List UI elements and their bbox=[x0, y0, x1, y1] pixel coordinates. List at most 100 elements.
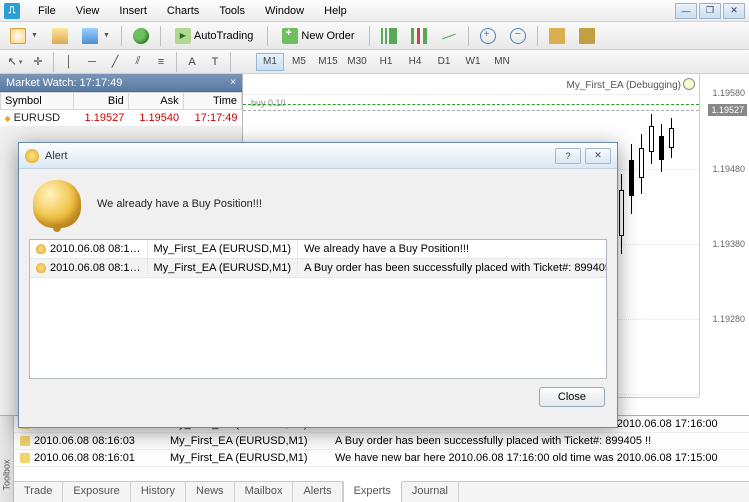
col-ask[interactable]: Ask bbox=[128, 93, 183, 110]
toolbox-handle[interactable]: Toolbox bbox=[0, 416, 14, 502]
profiles-button[interactable] bbox=[127, 25, 155, 47]
hline-button[interactable]: ─ bbox=[81, 52, 103, 72]
cursor-button[interactable]: ↖▾ bbox=[4, 52, 26, 72]
tab-experts[interactable]: Experts bbox=[343, 481, 402, 502]
close-button[interactable]: Close bbox=[539, 387, 605, 407]
zoom-in-button[interactable] bbox=[474, 25, 502, 47]
symbol-name: EURUSD bbox=[14, 112, 60, 124]
open-button[interactable] bbox=[46, 25, 74, 47]
shift-icon bbox=[579, 28, 595, 44]
dialog-close-button[interactable]: ✕ bbox=[585, 148, 611, 164]
menu-charts[interactable]: Charts bbox=[157, 2, 209, 20]
tab-history[interactable]: History bbox=[131, 482, 186, 502]
minimize-button[interactable]: — bbox=[675, 3, 697, 19]
market-watch-table: Symbol Bid Ask Time ◆EURUSD 1.19527 1.19… bbox=[0, 92, 242, 127]
market-watch-header[interactable]: Market Watch: 17:17:49 × bbox=[0, 74, 242, 92]
candles-icon bbox=[411, 28, 427, 44]
tf-h4[interactable]: H4 bbox=[401, 53, 429, 71]
new-chart-button[interactable]: ▼ bbox=[4, 25, 44, 47]
toolbox-tabs: Trade Exposure History News Mailbox Aler… bbox=[14, 481, 749, 502]
menu-file[interactable]: File bbox=[28, 2, 66, 20]
menu-help[interactable]: Help bbox=[314, 2, 357, 20]
ea-smiley-icon bbox=[683, 78, 695, 90]
alert-list[interactable]: 2010.06.08 08:1…My_First_EA (EURUSD,M1)W… bbox=[29, 239, 607, 379]
buy-label: buy 0.10 bbox=[251, 98, 286, 108]
menu-window[interactable]: Window bbox=[255, 2, 314, 20]
tab-trade[interactable]: Trade bbox=[14, 482, 63, 502]
tab-exposure[interactable]: Exposure bbox=[63, 482, 130, 502]
zoom-in-icon bbox=[480, 28, 496, 44]
chart-shift-button[interactable] bbox=[573, 25, 601, 47]
tab-journal[interactable]: Journal bbox=[402, 482, 459, 502]
col-symbol[interactable]: Symbol bbox=[1, 93, 74, 110]
menu-tools[interactable]: Tools bbox=[209, 2, 255, 20]
bars-icon bbox=[381, 28, 397, 44]
tf-w1[interactable]: W1 bbox=[459, 53, 487, 71]
tab-alerts[interactable]: Alerts bbox=[293, 482, 342, 502]
alert-row[interactable]: 2010.06.08 08:1…My_First_EA (EURUSD,M1)A… bbox=[30, 259, 607, 278]
toolbox-panel: Toolbox 2010.06.08 08:17:01My_First_EA (… bbox=[0, 415, 749, 502]
text-label-button[interactable]: T bbox=[204, 52, 226, 72]
alert-row[interactable]: 2010.06.08 08:1…My_First_EA (EURUSD,M1)W… bbox=[30, 240, 607, 259]
main-toolbar: ▼ ▼ AutoTrading New Order bbox=[0, 22, 749, 50]
dialog-titlebar[interactable]: Alert ? ✕ bbox=[19, 143, 617, 169]
vline-button[interactable]: │ bbox=[58, 52, 80, 72]
text-button[interactable]: A bbox=[181, 52, 203, 72]
toolbox-label: Toolbox bbox=[2, 459, 12, 490]
autoscroll-button[interactable] bbox=[543, 25, 571, 47]
scroll-icon bbox=[549, 28, 565, 44]
line-chart-button[interactable] bbox=[435, 25, 463, 47]
bell-icon bbox=[25, 149, 39, 163]
equidistant-button[interactable]: ⫽ bbox=[127, 52, 149, 72]
tab-news[interactable]: News bbox=[186, 482, 235, 502]
trendline-button[interactable]: ╱ bbox=[104, 52, 126, 72]
ea-label: My_First_EA (Debugging) bbox=[567, 80, 682, 91]
dialog-help-button[interactable]: ? bbox=[555, 148, 581, 164]
new-order-label: New Order bbox=[301, 30, 354, 42]
log-row[interactable]: 2010.06.08 08:16:01My_First_EA (EURUSD,M… bbox=[14, 450, 749, 467]
autotrading-button[interactable]: AutoTrading bbox=[166, 25, 263, 47]
bell-icon bbox=[36, 263, 46, 273]
price-line bbox=[243, 110, 699, 111]
candle-chart-button[interactable] bbox=[405, 25, 433, 47]
folder-icon bbox=[52, 28, 68, 44]
market-watch-close[interactable]: × bbox=[230, 77, 236, 88]
disk-icon bbox=[82, 28, 98, 44]
menu-insert[interactable]: Insert bbox=[109, 2, 157, 20]
zoom-out-button[interactable] bbox=[504, 25, 532, 47]
col-bid[interactable]: Bid bbox=[74, 93, 129, 110]
log-row[interactable]: 2010.06.08 08:16:03My_First_EA (EURUSD,M… bbox=[14, 433, 749, 450]
menu-view[interactable]: View bbox=[66, 2, 110, 20]
tf-m5[interactable]: M5 bbox=[285, 53, 313, 71]
close-button[interactable]: ✕ bbox=[723, 3, 745, 19]
tf-m1[interactable]: M1 bbox=[256, 53, 284, 71]
line-icon bbox=[441, 28, 457, 44]
maximize-button[interactable]: ❐ bbox=[699, 3, 721, 19]
log-icon bbox=[20, 436, 30, 446]
symbol-row[interactable]: ◆EURUSD 1.19527 1.19540 17:17:49 bbox=[1, 110, 242, 127]
drawing-toolbar: ↖▾ ✛ │ ─ ╱ ⫽ ≡ A T M1 M5 M15 M30 H1 H4 D… bbox=[0, 50, 749, 74]
crosshair-button[interactable]: ✛ bbox=[27, 52, 49, 72]
alert-dialog: Alert ? ✕ We already have a Buy Position… bbox=[18, 142, 618, 428]
price-tick: 1.19280 bbox=[712, 314, 745, 324]
tf-h1[interactable]: H1 bbox=[372, 53, 400, 71]
symbol-bid: 1.19527 bbox=[74, 110, 129, 127]
diamond-icon: ◆ bbox=[5, 114, 11, 123]
bar-chart-button[interactable] bbox=[375, 25, 403, 47]
tf-m30[interactable]: M30 bbox=[343, 53, 371, 71]
alert-message: We already have a Buy Position!!! bbox=[97, 198, 262, 210]
symbol-ask: 1.19540 bbox=[128, 110, 183, 127]
save-button[interactable]: ▼ bbox=[76, 25, 116, 47]
tf-mn[interactable]: MN bbox=[488, 53, 516, 71]
current-price: 1.19527 bbox=[708, 104, 747, 116]
profile-icon bbox=[133, 28, 149, 44]
tf-d1[interactable]: D1 bbox=[430, 53, 458, 71]
fibonacci-button[interactable]: ≡ bbox=[150, 52, 172, 72]
price-axis: 1.19580 1.19527 1.19480 1.19380 1.19280 bbox=[699, 74, 749, 397]
price-tick: 1.19380 bbox=[712, 239, 745, 249]
tf-m15[interactable]: M15 bbox=[314, 53, 342, 71]
new-order-button[interactable]: New Order bbox=[273, 25, 363, 47]
tab-mailbox[interactable]: Mailbox bbox=[235, 482, 294, 502]
menu-bar: ⎍ File View Insert Charts Tools Window H… bbox=[0, 0, 749, 22]
col-time[interactable]: Time bbox=[183, 93, 241, 110]
